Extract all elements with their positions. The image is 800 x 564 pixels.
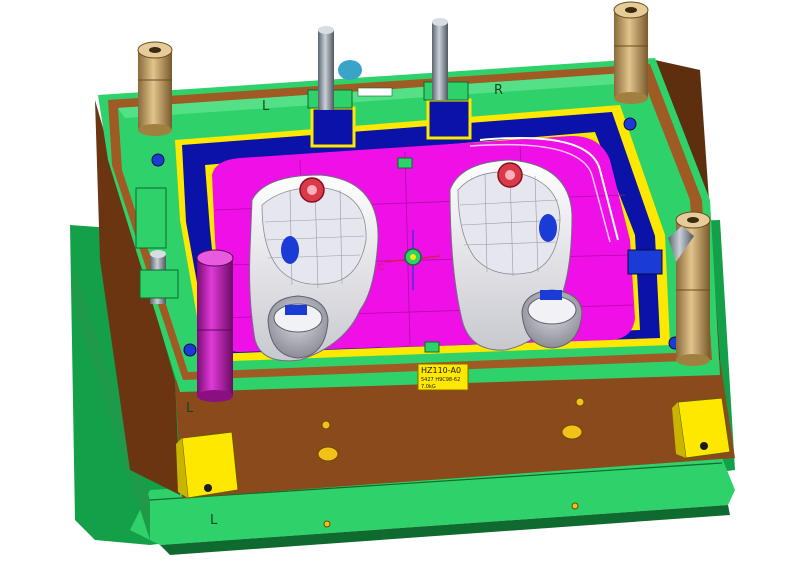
right-button-pad (539, 214, 557, 242)
corner-label-base-left: L (210, 513, 218, 528)
water-port-icon (151, 153, 165, 167)
right-insert (449, 159, 583, 351)
mold-3d-model[interactable]: C L R L L HZ110-A0 5427 H9C98-62 7.0kG (0, 0, 800, 559)
coord-marker-label: C (378, 263, 384, 273)
nameplate: HZ110-A0 5427 H9C98-62 7.0kG (417, 363, 469, 391)
nameplate-line1: HZ110-A0 (421, 366, 461, 375)
nameplate-line2: 5427 H9C98-62 (421, 377, 460, 383)
leader-pin-bl (196, 249, 234, 402)
ejector-hole-icon (561, 424, 583, 440)
sprue-accent (338, 60, 362, 80)
side-label-right: R (494, 83, 503, 98)
nameplate-line3: 7.0kG (421, 384, 436, 390)
side-label-left: L (262, 99, 270, 114)
ejector-hole-icon (317, 446, 339, 462)
cad-viewport[interactable]: C L R L L HZ110-A0 5427 H9C98-62 7.0kG (0, 0, 800, 559)
water-port-icon (183, 343, 197, 357)
leader-pin-tl (137, 41, 173, 136)
water-port-icon (623, 117, 637, 131)
corner-label-bottom-left: L (186, 401, 194, 416)
left-button-pad (281, 236, 299, 264)
leader-pin-tr (613, 1, 649, 104)
